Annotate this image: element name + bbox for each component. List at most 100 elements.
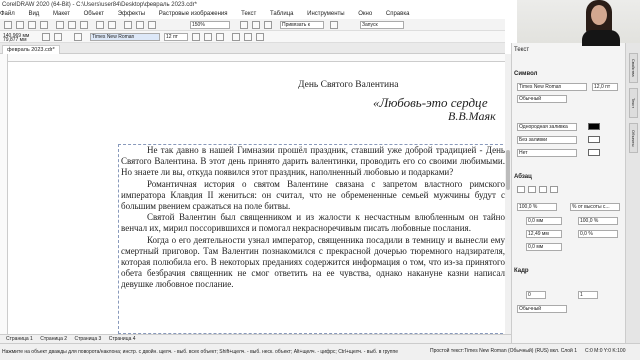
text-fill-swatch[interactable] bbox=[588, 123, 600, 130]
underline-icon[interactable] bbox=[216, 33, 224, 41]
paragraph-section-header[interactable]: Абзац bbox=[514, 174, 532, 180]
presenter-face bbox=[591, 5, 607, 25]
text-properties-panel: Текст Символ Times New Roman 12,0 пт Обы… bbox=[511, 43, 625, 343]
docker-tabs: Свойства Текст Объекты bbox=[625, 43, 640, 343]
redo-icon[interactable] bbox=[108, 21, 116, 29]
page-tab-3[interactable]: Страница 3 bbox=[74, 336, 101, 342]
page-tab-4[interactable]: Страница 4 bbox=[109, 336, 136, 342]
text-fill-select[interactable]: Однородная заливка bbox=[517, 123, 577, 131]
line-spacing-field[interactable]: 100,0 % bbox=[517, 203, 557, 211]
document-tab[interactable]: февраль 2023.cdr* bbox=[2, 45, 60, 54]
presenter-body bbox=[582, 30, 620, 46]
page-navigator: Страница 1 Страница 2 Страница 3 Страниц… bbox=[0, 334, 511, 343]
menu-object[interactable]: Объект bbox=[84, 11, 104, 17]
cut-icon[interactable] bbox=[56, 21, 64, 29]
spacing-before-field[interactable]: 100,0 % bbox=[578, 217, 618, 225]
menu-window[interactable]: Окно bbox=[358, 11, 372, 17]
frame-section-header[interactable]: Кадр bbox=[514, 268, 529, 274]
document-tabs: февраль 2023.cdr* bbox=[0, 43, 505, 54]
export-icon[interactable] bbox=[136, 21, 144, 29]
rulers-icon[interactable] bbox=[252, 21, 260, 29]
page-tab-2[interactable]: Страница 2 bbox=[40, 336, 67, 342]
menu-table[interactable]: Таблица bbox=[270, 11, 294, 17]
y-position[interactable]: 79,877 мм bbox=[2, 37, 36, 42]
background-fill-select[interactable]: Без заливки bbox=[517, 136, 577, 144]
panel-size-field[interactable]: 12,0 пт bbox=[592, 83, 618, 91]
docker-tab-objects[interactable]: Объекты bbox=[629, 123, 638, 153]
bullets-icon[interactable] bbox=[244, 33, 252, 41]
character-section-header[interactable]: Символ bbox=[514, 71, 537, 77]
property-bar: 140,969 мм 79,877 мм Times New Roman 12 … bbox=[0, 31, 505, 43]
align-left-icon[interactable] bbox=[517, 186, 525, 193]
status-object-info: Простой текст:Times New Roman (Обычный) … bbox=[430, 348, 578, 354]
launch-dropdown[interactable]: Запуск bbox=[360, 21, 404, 29]
indent-right-field[interactable]: 0,0 мм bbox=[526, 243, 562, 251]
paragraph-4: Когда о его деятельности узнал император… bbox=[121, 234, 505, 290]
menu-text[interactable]: Текст bbox=[241, 11, 256, 17]
menu-view[interactable]: Вид bbox=[28, 11, 39, 17]
outline-select[interactable]: Нет bbox=[517, 149, 577, 157]
align-right-icon[interactable] bbox=[539, 186, 547, 193]
print-icon[interactable] bbox=[40, 21, 48, 29]
background-fill-swatch[interactable] bbox=[588, 136, 600, 143]
paragraph-2: Романтичная история о святом Валентине с… bbox=[121, 178, 505, 212]
snap-to-dropdown[interactable]: Привязать к bbox=[280, 21, 324, 29]
open-icon[interactable] bbox=[16, 21, 24, 29]
publish-pdf-icon[interactable] bbox=[148, 21, 156, 29]
copy-icon[interactable] bbox=[68, 21, 76, 29]
vertical-scroll-thumb[interactable] bbox=[506, 150, 510, 190]
first-line-indent-field[interactable]: 12,49 мм bbox=[526, 230, 562, 238]
menu-bitmaps[interactable]: Растровые изображения bbox=[159, 11, 228, 17]
standard-toolbar: 150% Привязать к Запуск bbox=[0, 19, 505, 31]
docker-tab-text[interactable]: Текст bbox=[629, 88, 638, 118]
horizontal-ruler[interactable] bbox=[8, 54, 505, 62]
vertical-ruler[interactable] bbox=[0, 54, 8, 334]
import-icon[interactable] bbox=[124, 21, 132, 29]
frame-gutter-field[interactable]: 1 bbox=[578, 291, 598, 299]
article-heading: День Святого Валентина bbox=[298, 80, 399, 90]
menu-bar: Файл Вид Макет Объект Эффекты Растровые … bbox=[0, 10, 505, 19]
save-icon[interactable] bbox=[28, 21, 36, 29]
menu-tools[interactable]: Инструменты bbox=[307, 11, 344, 17]
zoom-select[interactable]: 150% bbox=[190, 21, 230, 29]
text-mode-icon[interactable] bbox=[42, 33, 50, 41]
drawing-canvas[interactable]: День Святого Валентина «Любовь-это сердц… bbox=[8, 62, 505, 334]
spacing-after-field[interactable]: 0,0 % bbox=[578, 230, 618, 238]
italic-icon[interactable] bbox=[204, 33, 212, 41]
panel-font-select[interactable]: Times New Roman bbox=[517, 83, 587, 91]
menu-effects[interactable]: Эффекты bbox=[118, 11, 145, 17]
fullscreen-icon[interactable] bbox=[240, 21, 248, 29]
font-size-select[interactable]: 12 пт bbox=[164, 33, 188, 41]
epigraph-author: В.В.Маяк bbox=[448, 109, 496, 123]
frame-columns-field[interactable]: 0 bbox=[526, 291, 546, 299]
paragraph-text-frame[interactable]: Не так давно в нашей Гимназии прошёл пра… bbox=[118, 144, 505, 334]
paragraph-3: Святой Валентин был священником и из жал… bbox=[121, 212, 505, 234]
paragraph-1: Не так давно в нашей Гимназии прошёл пра… bbox=[121, 145, 505, 178]
font-family-select[interactable]: Times New Roman bbox=[90, 33, 160, 41]
align-icon[interactable] bbox=[232, 33, 240, 41]
paste-icon[interactable] bbox=[80, 21, 88, 29]
panel-style-select[interactable]: Обычный bbox=[517, 95, 567, 103]
frame-style-select[interactable]: Обычный bbox=[517, 305, 567, 313]
columns-icon[interactable] bbox=[256, 33, 264, 41]
menu-layout[interactable]: Макет bbox=[53, 11, 70, 17]
webcam-overlay bbox=[517, 0, 640, 43]
menu-file[interactable]: Файл bbox=[0, 11, 15, 17]
grid-icon[interactable] bbox=[264, 21, 272, 29]
text-mode2-icon[interactable] bbox=[54, 33, 62, 41]
docker-tab-properties[interactable]: Свойства bbox=[629, 53, 638, 83]
align-justify-icon[interactable] bbox=[550, 186, 558, 193]
spacing-unit-select[interactable]: % от высоты с... bbox=[570, 203, 620, 211]
page-tab-1[interactable]: Страница 1 bbox=[6, 336, 33, 342]
indent-left-field[interactable]: 0,0 мм bbox=[526, 217, 562, 225]
undo-icon[interactable] bbox=[96, 21, 104, 29]
bold-icon[interactable] bbox=[192, 33, 200, 41]
align-center-icon[interactable] bbox=[528, 186, 536, 193]
menu-help[interactable]: Справка bbox=[386, 11, 410, 17]
panel-title: Текст bbox=[514, 47, 530, 53]
settings-icon[interactable] bbox=[330, 21, 338, 29]
status-color-info: C:0 M:0 Y:0 K:100 bbox=[585, 348, 626, 354]
new-icon[interactable] bbox=[4, 21, 12, 29]
outline-swatch[interactable] bbox=[588, 149, 600, 156]
text-tool-icon[interactable] bbox=[74, 33, 82, 41]
